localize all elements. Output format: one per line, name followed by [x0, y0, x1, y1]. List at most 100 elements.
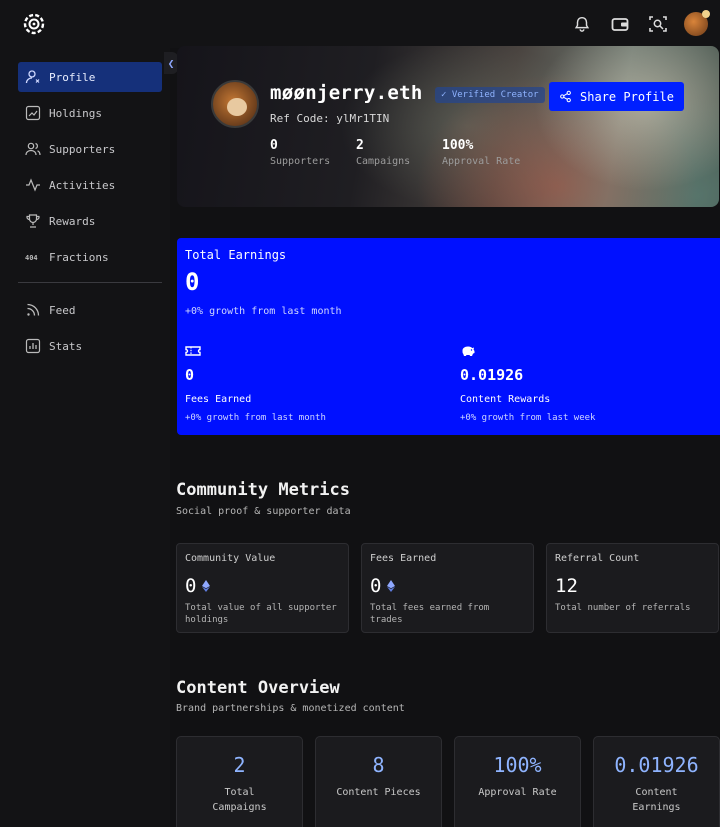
app-logo-icon[interactable]	[20, 10, 48, 38]
users-icon	[25, 142, 41, 156]
metric-label: Fees Earned	[370, 553, 437, 564]
scan-icon[interactable]	[646, 12, 670, 36]
fees-label: Fees Earned	[185, 394, 252, 405]
chart-icon	[25, 105, 41, 121]
user-avatar[interactable]	[684, 10, 710, 36]
ticket-icon	[185, 346, 201, 356]
earnings-title: Total Earnings	[185, 248, 287, 262]
activity-icon	[26, 178, 40, 192]
stat-label: Campaigns	[356, 156, 411, 167]
overview-value: 2	[233, 753, 246, 777]
sidebar-item-label: Supporters	[49, 142, 116, 156]
bell-icon[interactable]	[570, 12, 594, 36]
content-rewards-block: 0.01926 Content Rewards +0% growth from …	[460, 344, 595, 423]
metric-number: 0	[185, 575, 197, 597]
share-profile-label: Share Profile	[580, 89, 674, 104]
user-icon	[25, 70, 40, 84]
stat-supporters: 0 Supporters	[270, 138, 356, 167]
earnings-value: 0	[185, 268, 200, 296]
rewards-label: Content Rewards	[460, 394, 551, 405]
total-earnings-card: Total Earnings 0 +0% growth from last mo…	[177, 238, 720, 435]
sidebar-item-label: Rewards	[49, 214, 96, 228]
sidebar-item-feed[interactable]: Feed	[18, 295, 162, 325]
stat-label: Supporters	[270, 156, 331, 167]
stat-value: 2	[356, 138, 364, 153]
eth-icon	[387, 580, 396, 592]
profile-hero: møønjerry.eth ✓ Verified Creator Ref Cod…	[177, 46, 719, 207]
piggy-bank-icon	[462, 346, 475, 356]
rewards-growth: +0% growth from last week	[460, 413, 596, 423]
metric-description: Total number of referrals	[555, 603, 691, 613]
overview-label: Content Earnings	[632, 787, 681, 813]
rss-icon	[27, 303, 40, 316]
metric-number: 12	[555, 575, 578, 597]
approval-rate-card: 100% Approval Rate	[454, 736, 581, 827]
sidebar-divider	[18, 282, 162, 283]
metric-value: 0	[370, 575, 396, 597]
stat-value: 100%	[442, 138, 474, 153]
referral-count-card: Referral Count 12 Total number of referr…	[546, 543, 719, 633]
sidebar-item-label: Stats	[49, 339, 83, 353]
overview-label: Content Pieces	[336, 787, 421, 798]
wallet-icon[interactable]	[608, 12, 632, 36]
trophy-icon	[26, 214, 40, 228]
sidebar-item-label: Fractions	[49, 250, 109, 264]
sidebar-item-label: Feed	[49, 303, 76, 317]
stat-campaigns: 2 Campaigns	[356, 138, 442, 167]
sidebar-item-stats[interactable]: Stats	[18, 331, 162, 361]
overview-label: Approval Rate	[478, 787, 557, 798]
metric-description: Total value of all supporter holdings	[185, 603, 337, 625]
stat-label: Approval Rate	[442, 156, 521, 167]
metric-label: Community Value	[185, 553, 276, 564]
sidebar-item-activities[interactable]: Activities	[18, 170, 162, 200]
sidebar-item-label: Profile	[49, 70, 96, 84]
community-metrics-title: Community Metrics	[176, 480, 350, 500]
overview-value: 0.01926	[614, 753, 699, 777]
404-icon: 404	[25, 254, 38, 262]
total-campaigns-card: 2 Total Campaigns	[176, 736, 303, 827]
overview-label: Total Campaigns	[212, 787, 267, 813]
sidebar-item-supporters[interactable]: Supporters	[18, 134, 162, 164]
community-metrics-subtitle: Social proof & supporter data	[176, 506, 351, 517]
rewards-value: 0.01926	[460, 366, 524, 384]
sidebar-item-rewards[interactable]: Rewards	[18, 206, 162, 236]
content-pieces-card: 8 Content Pieces	[315, 736, 442, 827]
sidebar-item-profile[interactable]: Profile	[18, 62, 162, 92]
verified-badge: ✓ Verified Creator	[435, 87, 545, 103]
ref-code: Ref Code: ylMr1TIN	[270, 112, 390, 125]
stats-icon	[25, 338, 41, 354]
profile-stats: 0 Supporters 2 Campaigns 100% Approval R…	[270, 138, 552, 167]
svg-text:404: 404	[25, 254, 38, 262]
sidebar-item-label: Activities	[49, 178, 116, 192]
metric-description: Total fees earned from trades	[370, 603, 490, 625]
metric-value: 0	[185, 575, 211, 597]
top-bar	[0, 0, 720, 48]
collapse-sidebar-button[interactable]: ❮	[164, 52, 178, 74]
share-profile-button[interactable]: Share Profile	[549, 82, 684, 111]
community-value-card: Community Value 0 Total value of all sup…	[176, 543, 349, 633]
sidebar-item-label: Holdings	[49, 106, 102, 120]
sidebar-nav: Profile Holdings Supporters Activities R…	[18, 62, 162, 367]
metric-number: 0	[370, 575, 382, 597]
metric-label: Referral Count	[555, 553, 640, 564]
content-earnings-card: 0.01926 Content Earnings	[593, 736, 720, 827]
profile-avatar	[211, 80, 259, 128]
fees-earned-block: 0 Fees Earned +0% growth from last month	[185, 344, 326, 423]
overview-value: 100%	[493, 753, 542, 777]
profile-name: møønjerry.eth	[270, 82, 423, 104]
overview-value: 8	[372, 753, 385, 777]
sidebar-item-fractions[interactable]: 404 Fractions	[18, 242, 162, 272]
fees-value: 0	[185, 366, 195, 384]
stat-approval-rate: 100% Approval Rate	[442, 138, 552, 167]
fees-growth: +0% growth from last month	[185, 413, 326, 423]
share-icon	[560, 90, 571, 103]
stat-value: 0	[270, 138, 278, 153]
fees-earned-card: Fees Earned 0 Total fees earned from tra…	[361, 543, 534, 633]
content-overview-title: Content Overview	[176, 678, 340, 698]
sidebar-item-holdings[interactable]: Holdings	[18, 98, 162, 128]
content-overview-subtitle: Brand partnerships & monetized content	[176, 703, 405, 714]
metric-value: 12	[555, 575, 578, 597]
sidebar: Profile Holdings Supporters Activities R…	[0, 48, 170, 827]
chevron-left-icon: ❮	[167, 56, 175, 70]
earnings-growth: +0% growth from last month	[185, 306, 342, 317]
